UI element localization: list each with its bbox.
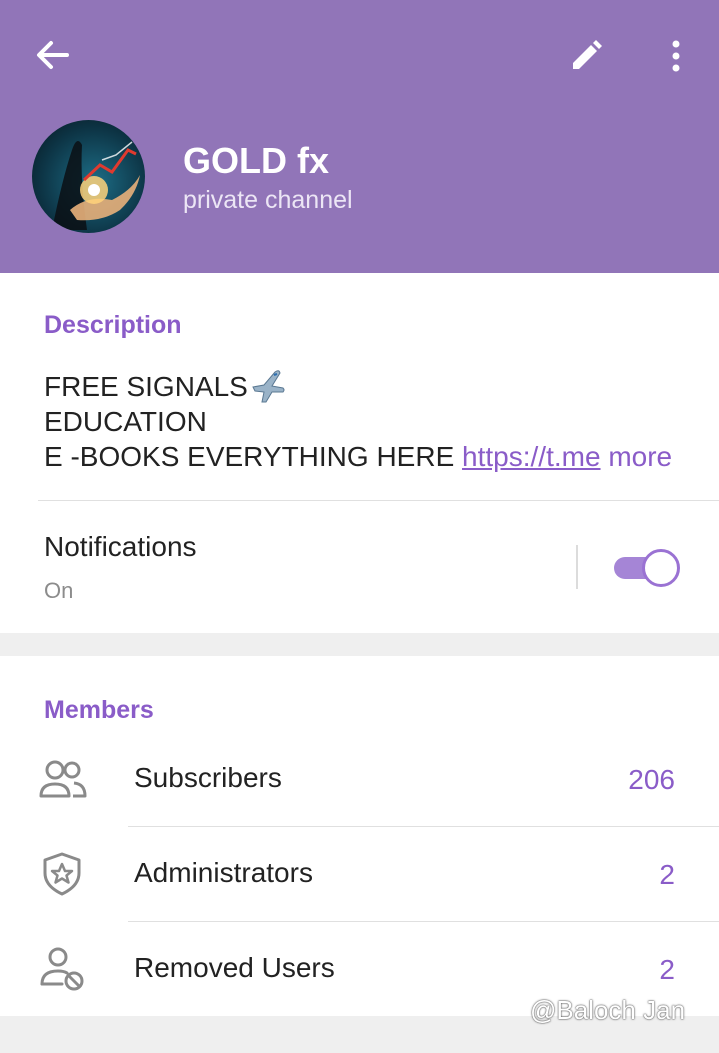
watermark-text: @Baloch Jan: [530, 995, 686, 1025]
description-heading: Description: [44, 311, 182, 339]
subscribers-count: 206: [628, 764, 675, 795]
description-line-1-text: FREE SIGNALS: [44, 371, 248, 402]
subscribers-label: Subscribers: [134, 762, 282, 793]
back-button[interactable]: [24, 30, 80, 80]
notifications-state: On: [44, 578, 74, 603]
notifications-label: Notifications: [44, 531, 197, 562]
members-heading: Members: [44, 696, 154, 724]
description-more-link[interactable]: more: [608, 441, 672, 472]
airplane-emoji-icon: [252, 369, 285, 403]
channel-type: private channel: [183, 186, 353, 214]
description-line-3: E -BOOKS EVERYTHING HERE https://t.me mo…: [44, 439, 672, 474]
notifications-toggle[interactable]: [614, 549, 680, 587]
description-line-3-text: E -BOOKS EVERYTHING HERE: [44, 441, 463, 472]
channel-title: GOLD fx: [183, 140, 330, 181]
divider: [38, 500, 719, 501]
description-line-2: EDUCATION: [44, 406, 207, 437]
toggle-knob: [642, 549, 680, 587]
channel-avatar[interactable]: [32, 120, 145, 233]
user-blocked-icon: [40, 947, 84, 991]
description-text[interactable]: FREE SIGNALS EDUCATION E -BOOKS EVERYTHI…: [44, 369, 672, 474]
administrators-count: 2: [659, 859, 675, 890]
channel-header: GOLD fx private channel: [0, 0, 719, 273]
edit-button[interactable]: [560, 30, 612, 82]
administrators-row[interactable]: Administrators 2: [0, 827, 719, 921]
more-options-button[interactable]: [652, 30, 700, 82]
administrators-label: Administrators: [134, 857, 313, 888]
members-card: Members Subscribers 206 Administrators 2…: [0, 656, 719, 1016]
vertical-separator: [576, 545, 578, 589]
description-line-1: FREE SIGNALS: [44, 369, 672, 404]
subscribers-row[interactable]: Subscribers 206: [0, 732, 719, 826]
removed-users-count: 2: [659, 954, 675, 985]
info-card: Description FREE SIGNALS EDUCATION E -BO…: [0, 273, 719, 633]
description-link[interactable]: https://t.me: [462, 441, 601, 472]
arrow-left-icon: [37, 41, 69, 69]
people-icon: [39, 760, 87, 798]
pencil-icon: [573, 40, 602, 69]
more-vertical-icon: [672, 40, 680, 72]
removed-users-label: Removed Users: [134, 952, 335, 983]
shield-star-icon: [43, 852, 81, 896]
